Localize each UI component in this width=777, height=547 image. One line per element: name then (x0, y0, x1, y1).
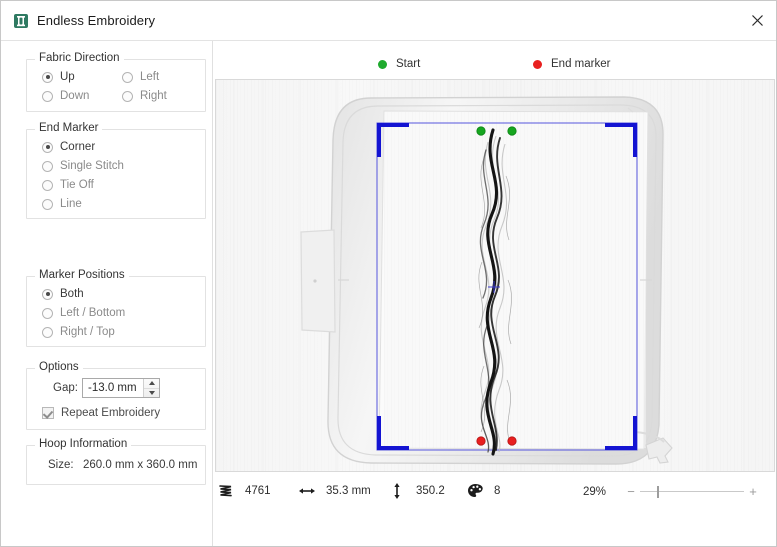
radio-indicator[interactable] (42, 326, 53, 338)
radio-indicator[interactable] (42, 71, 53, 83)
marker-positions-title: Marker Positions (35, 269, 129, 281)
radio-label[interactable]: Left / Bottom (60, 307, 125, 319)
legend-start-label: Start (396, 58, 421, 70)
status-bar: 4761 35.3 mm 350.2 8 29% − + (213, 473, 776, 511)
radio-fabric-right[interactable]: Right (122, 90, 167, 102)
end-marker-dot-icon (533, 59, 542, 69)
preview-area: Start End marker 4761 35.3 mm 350.2 8 29… (213, 41, 776, 546)
gap-spin-arrows[interactable] (143, 379, 159, 397)
radio-label[interactable]: Both (60, 288, 84, 300)
legend-end-marker: End marker (533, 58, 610, 70)
legend-start: Start (378, 58, 420, 70)
radio-indicator[interactable] (122, 71, 133, 83)
hoop-information-title: Hoop Information (35, 438, 132, 450)
radio-fabric-down[interactable]: Down (42, 90, 89, 102)
radio-indicator[interactable] (42, 160, 53, 172)
endless-embroidery-dialog: Endless Embroidery Fabric Direction Up L… (0, 0, 777, 547)
radio-fabric-left[interactable]: Left (122, 71, 159, 83)
fabric-direction-group: Fabric Direction Up Left Down Right (26, 52, 206, 112)
end-marker-title: End Marker (35, 122, 103, 134)
dialog-title: Endless Embroidery (37, 13, 156, 28)
end-marker-group: End Marker Corner Single Stitch Tie Off … (26, 122, 206, 219)
legend: Start End marker (213, 41, 776, 79)
stitch-count-stat: 4761 (217, 482, 271, 500)
width-stat: 35.3 mm (298, 482, 371, 500)
radio-label[interactable]: Single Stitch (60, 160, 124, 172)
zoom-slider-track[interactable] (640, 485, 744, 498)
radio-indicator[interactable] (42, 179, 53, 191)
radio-label[interactable]: Right (140, 90, 167, 102)
radio-label[interactable]: Right / Top (60, 326, 115, 338)
radio-endmarker-single-stitch[interactable]: Single Stitch (42, 160, 124, 172)
stitch-count-value: 4761 (245, 485, 271, 497)
height-stat: 350.2 (388, 482, 445, 500)
color-palette-icon (466, 482, 484, 500)
spin-up-icon[interactable] (144, 379, 159, 389)
repeat-embroidery-checkbox[interactable]: Repeat Embroidery (42, 407, 160, 419)
radio-indicator[interactable] (42, 288, 53, 300)
start-dot-icon (378, 59, 387, 69)
width-value: 35.3 mm (326, 485, 371, 497)
radio-label[interactable]: Tie Off (60, 179, 94, 191)
gap-stepper[interactable] (82, 378, 160, 398)
zoom-in-icon[interactable]: + (747, 484, 759, 499)
radio-marker-right-top[interactable]: Right / Top (42, 326, 115, 338)
hoop-size-value: 260.0 mm x 360.0 mm (83, 459, 198, 471)
radio-indicator[interactable] (42, 198, 53, 210)
fabric-direction-title: Fabric Direction (35, 52, 124, 64)
title-bar: Endless Embroidery (1, 1, 776, 41)
zoom-out-icon[interactable]: − (625, 484, 637, 499)
zoom-slider[interactable]: − + (625, 484, 759, 499)
zoom-percent: 29% (583, 486, 607, 498)
close-button[interactable] (736, 1, 776, 40)
hoop-size-label: Size: (48, 459, 74, 471)
spin-down-icon[interactable] (144, 389, 159, 398)
gap-label: Gap: (53, 382, 78, 394)
radio-endmarker-corner[interactable]: Corner (42, 141, 95, 153)
radio-label[interactable]: Down (60, 90, 89, 102)
radio-indicator[interactable] (42, 90, 53, 102)
gap-input[interactable] (83, 379, 143, 397)
color-count-stat: 8 (466, 482, 500, 500)
radio-endmarker-line[interactable]: Line (42, 198, 82, 210)
color-count-value: 8 (494, 485, 501, 497)
height-value: 350.2 (416, 485, 445, 497)
radio-marker-left-bottom[interactable]: Left / Bottom (42, 307, 125, 319)
radio-label[interactable]: Left (140, 71, 159, 83)
radio-label[interactable]: Up (60, 71, 75, 83)
hoop-viewport[interactable] (215, 79, 775, 472)
hoop-information-group: Hoop Information Size: 260.0 mm x 360.0 … (26, 438, 206, 485)
hoop-preview-canvas[interactable] (216, 80, 774, 471)
radio-endmarker-tie-off[interactable]: Tie Off (42, 179, 94, 191)
radio-fabric-up[interactable]: Up (42, 71, 75, 83)
checkbox-indicator[interactable] (42, 407, 54, 419)
radio-label[interactable]: Corner (60, 141, 95, 153)
legend-end-label: End marker (551, 58, 611, 70)
marker-positions-group: Marker Positions Both Left / Bottom Righ… (26, 269, 206, 347)
radio-indicator[interactable] (42, 307, 53, 319)
stitch-count-icon (217, 482, 235, 500)
options-title: Options (35, 361, 83, 373)
checkbox-label[interactable]: Repeat Embroidery (61, 407, 160, 419)
height-arrow-icon (388, 482, 406, 500)
radio-indicator[interactable] (122, 90, 133, 102)
spool-icon (13, 13, 29, 29)
radio-label[interactable]: Line (60, 198, 82, 210)
settings-panel: Fabric Direction Up Left Down Right End … (1, 41, 213, 546)
radio-marker-both[interactable]: Both (42, 288, 84, 300)
zoom-slider-thumb[interactable] (656, 485, 659, 498)
options-group: Options Gap: Repeat Embroidery (26, 361, 206, 430)
width-arrow-icon (298, 482, 316, 500)
radio-indicator[interactable] (42, 141, 53, 153)
